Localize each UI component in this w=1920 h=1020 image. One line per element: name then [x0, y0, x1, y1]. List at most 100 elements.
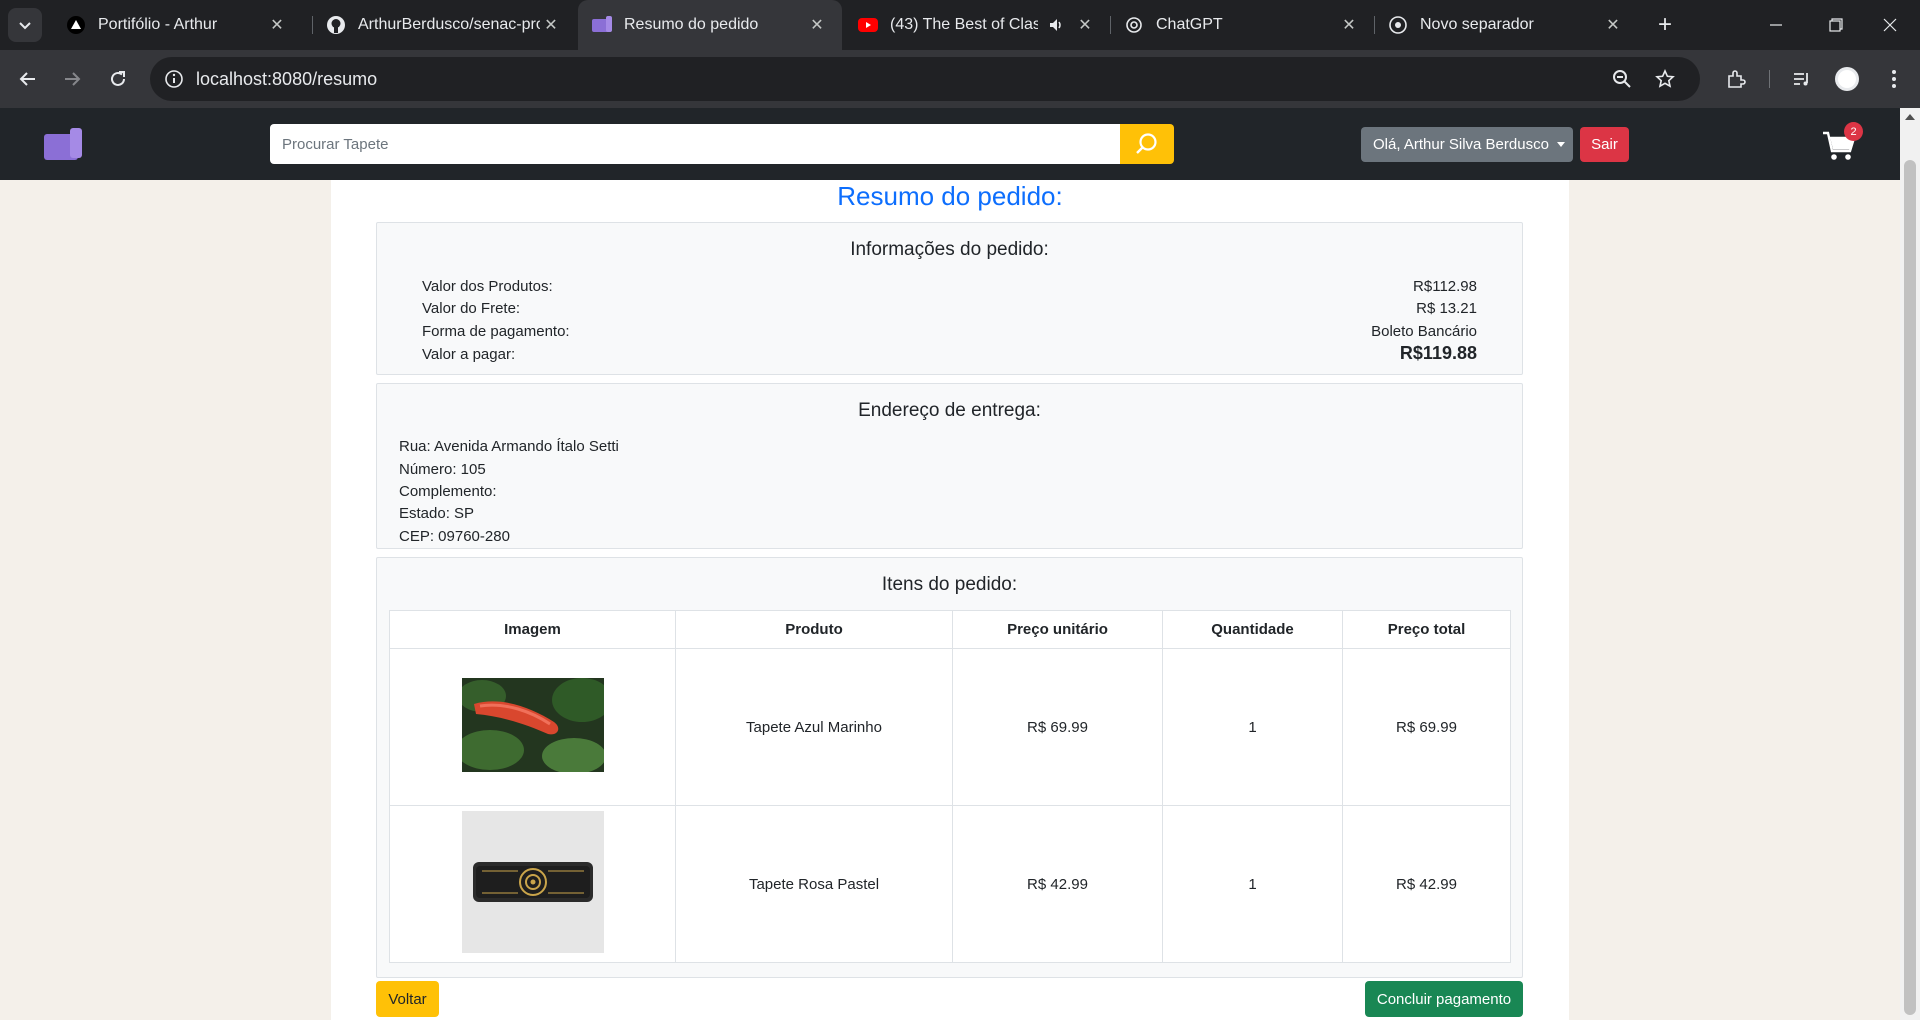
order-info-row: Forma de pagamento: Boleto Bancário [422, 323, 1477, 340]
new-tab-button[interactable]: + [1650, 10, 1680, 40]
youtube-icon [858, 15, 878, 35]
restore-button[interactable] [1806, 0, 1866, 50]
back-button[interactable] [12, 63, 44, 95]
search-button[interactable] [1120, 124, 1174, 164]
bookmark-star-icon[interactable] [1653, 67, 1677, 91]
order-info-card: Informações do pedido: Valor dos Produto… [376, 222, 1523, 375]
page-title: Resumo do pedido: [837, 181, 1063, 211]
media-control-icon[interactable] [1786, 63, 1818, 95]
extensions-icon[interactable] [1720, 63, 1752, 95]
browser-tabstrip: Portifólio - Arthur ✕ ArthurBerdusco/sen… [0, 0, 1920, 50]
order-info-row: Valor dos Produtos: R$112.98 [422, 278, 1477, 295]
column-header: Quantidade [1162, 610, 1343, 649]
table-row: Tapete Azul Marinho R$ 69.99 1 R$ 69.99 [389, 648, 1511, 806]
quantity: 1 [1162, 648, 1343, 806]
chatgpt-icon [1124, 15, 1144, 35]
toolbar-divider [1769, 70, 1770, 88]
line-total: R$ 42.99 [1342, 805, 1511, 963]
browser-toolbar: localhost:8080/resumo [0, 50, 1920, 108]
quantity: 1 [1162, 805, 1343, 963]
order-items-title: Itens do pedido: [881, 574, 1018, 595]
order-info-row: Valor a pagar: R$119.88 [422, 343, 1477, 364]
close-window-button[interactable] [1860, 0, 1920, 50]
close-tab-icon[interactable]: ✕ [1074, 14, 1096, 36]
close-tab-icon[interactable]: ✕ [266, 14, 288, 36]
page-scrollbar[interactable] [1900, 108, 1920, 1020]
forward-button[interactable] [56, 63, 88, 95]
site-info-icon[interactable] [162, 67, 186, 91]
zoom-icon[interactable] [1610, 67, 1634, 91]
column-header: Preço total [1342, 610, 1511, 649]
order-info-title: Informações do pedido: [850, 239, 1049, 260]
browser-tab-active[interactable]: Resumo do pedido ✕ [578, 0, 842, 50]
browser-tab[interactable]: ChatGPT ✕ [1110, 0, 1374, 50]
reload-button[interactable] [102, 63, 134, 95]
search-input[interactable] [270, 124, 1120, 164]
close-tab-icon[interactable]: ✕ [1338, 14, 1360, 36]
logout-button[interactable]: Sair [1580, 127, 1629, 162]
address-number: Número: 105 [399, 461, 486, 478]
tab-title: ArthurBerdusco/senac-proj [358, 16, 540, 33]
search-bar [270, 124, 1174, 164]
address-state: Estado: SP [399, 505, 475, 522]
product-image-cell [389, 648, 676, 806]
product-name: Tapete Azul Marinho [675, 648, 953, 806]
products-value: R$112.98 [1413, 278, 1477, 295]
close-tab-icon[interactable]: ✕ [806, 14, 828, 36]
address-bar[interactable]: localhost:8080/resumo [150, 57, 1700, 101]
tab-title: Portifólio - Arthur [98, 16, 218, 33]
speaker-icon[interactable] [1046, 15, 1066, 35]
product-name: Tapete Rosa Pastel [675, 805, 953, 963]
address-zip: CEP: 09760-280 [399, 528, 510, 545]
site-navbar: Olá, Arthur Silva Berdusco Sair 2 [0, 108, 1900, 180]
order-items-card: Itens do pedido: Imagem Produto Preço un… [376, 557, 1523, 978]
unit-price: R$ 42.99 [952, 805, 1163, 963]
browser-tab[interactable]: (43) The Best of Classic ✕ [844, 0, 1110, 50]
cart-count-badge: 2 [1844, 122, 1863, 141]
back-button[interactable]: Voltar [376, 981, 439, 1017]
shipping-label: Valor do Frete: [422, 300, 521, 317]
tab-title: Resumo do pedido [624, 16, 759, 33]
payment-method-label: Forma de pagamento: [422, 323, 570, 340]
order-info-row: Valor do Frete: R$ 13.21 [422, 300, 1477, 317]
mat-logo-icon [44, 128, 82, 160]
column-header: Preço unitário [952, 610, 1163, 649]
scroll-up-arrow-icon[interactable] [1905, 114, 1915, 120]
close-tab-icon[interactable]: ✕ [1602, 14, 1624, 36]
cart-button[interactable]: 2 [1822, 122, 1863, 162]
avatar-icon [1835, 67, 1859, 91]
more-vertical-icon [1892, 70, 1896, 88]
payment-method-value: Boleto Bancário [1371, 323, 1477, 340]
search-icon [1136, 133, 1157, 154]
browser-tab[interactable]: ArthurBerdusco/senac-proj ✕ [312, 0, 576, 50]
user-dropdown-button[interactable]: Olá, Arthur Silva Berdusco [1361, 127, 1573, 162]
products-value-label: Valor dos Produtos: [422, 278, 553, 295]
product-image-red-mat [461, 678, 604, 772]
mat-logo-icon [592, 15, 612, 35]
arrow-left-icon [19, 72, 35, 86]
caret-down-icon [1556, 142, 1565, 147]
scrollbar-thumb[interactable] [1904, 160, 1916, 1015]
tab-search-button[interactable] [8, 8, 42, 42]
minimize-button[interactable] [1746, 0, 1806, 50]
address-street: Rua: Avenida Armando Ítalo Setti [399, 438, 619, 455]
tab-title: Novo separador [1420, 16, 1534, 33]
amount-due-label: Valor a pagar: [422, 346, 516, 363]
restore-icon [1829, 18, 1843, 32]
tab-title: ChatGPT [1156, 16, 1223, 33]
browser-menu-button[interactable] [1878, 63, 1910, 95]
site-logo[interactable] [44, 128, 84, 162]
profile-avatar[interactable] [1831, 63, 1863, 95]
browser-tab[interactable]: Portifólio - Arthur ✕ [52, 0, 302, 50]
url-text[interactable]: localhost:8080/resumo [196, 69, 377, 90]
table-row: Tapete Rosa Pastel R$ 42.99 1 R$ 42.99 [389, 805, 1511, 963]
browser-tab[interactable]: Novo separador ✕ [1374, 0, 1638, 50]
complete-payment-button[interactable]: Concluir pagamento [1365, 981, 1523, 1017]
arrow-right-icon [65, 72, 81, 86]
order-items-table: Imagem Produto Preço unitário Quantidade… [389, 610, 1511, 963]
user-greeting: Olá, Arthur Silva Berdusco [1373, 136, 1549, 153]
triangle-icon [66, 15, 86, 35]
close-tab-icon[interactable]: ✕ [540, 14, 562, 36]
chrome-icon [1388, 15, 1408, 35]
address-complement: Complemento: [399, 483, 497, 500]
